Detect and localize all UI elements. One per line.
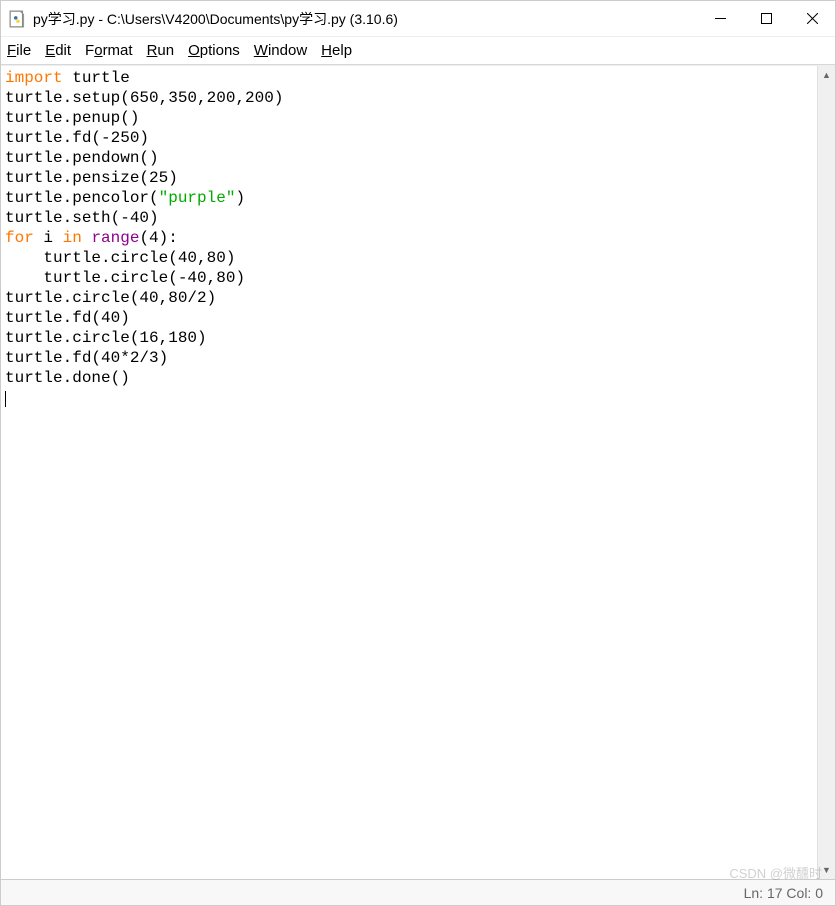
menu-options[interactable]: Options bbox=[188, 42, 240, 59]
code-text: turtle bbox=[63, 69, 130, 87]
menu-help[interactable]: Help bbox=[321, 42, 352, 59]
code-line: turtle.seth(-40) bbox=[5, 209, 159, 227]
code-text: ) bbox=[235, 189, 245, 207]
code-line: turtle.penup() bbox=[5, 109, 139, 127]
close-button[interactable] bbox=[789, 1, 835, 36]
code-line: turtle.circle(40,80) bbox=[5, 249, 235, 267]
code-editor[interactable]: import turtle turtle.setup(650,350,200,2… bbox=[1, 66, 817, 879]
menu-file[interactable]: File bbox=[7, 42, 31, 59]
menu-edit[interactable]: Edit bbox=[45, 42, 71, 59]
code-line: turtle.done() bbox=[5, 369, 130, 387]
code-line: turtle.pensize(25) bbox=[5, 169, 178, 187]
python-file-icon bbox=[9, 10, 27, 28]
maximize-button[interactable] bbox=[743, 1, 789, 36]
code-line: turtle.circle(-40,80) bbox=[5, 269, 245, 287]
keyword-in: in bbox=[63, 229, 82, 247]
menu-format[interactable]: Format bbox=[85, 42, 133, 59]
editor-area: import turtle turtle.setup(650,350,200,2… bbox=[1, 65, 835, 879]
window-controls bbox=[697, 1, 835, 36]
code-line: turtle.setup(650,350,200,200) bbox=[5, 89, 283, 107]
minimize-button[interactable] bbox=[697, 1, 743, 36]
vertical-scrollbar[interactable]: ▲ ▼ bbox=[817, 66, 835, 879]
text-cursor bbox=[5, 391, 6, 407]
code-text: i bbox=[34, 229, 63, 247]
code-line: turtle.circle(16,180) bbox=[5, 329, 207, 347]
keyword-for: for bbox=[5, 229, 34, 247]
menu-run[interactable]: Run bbox=[147, 42, 175, 59]
code-line: turtle.pendown() bbox=[5, 149, 159, 167]
code-line: turtle.circle(40,80/2) bbox=[5, 289, 216, 307]
builtin-range: range bbox=[91, 229, 139, 247]
menu-window[interactable]: Window bbox=[254, 42, 307, 59]
menubar: File Edit Format Run Options Window Help bbox=[1, 37, 835, 65]
titlebar: py学习.py - C:\Users\V4200\Documents\py学习.… bbox=[1, 1, 835, 37]
code-text: turtle.pencolor( bbox=[5, 189, 159, 207]
string-literal: "purple" bbox=[159, 189, 236, 207]
code-text: (4): bbox=[139, 229, 177, 247]
code-text bbox=[82, 229, 92, 247]
cursor-position: Ln: 17 Col: 0 bbox=[744, 885, 823, 901]
scroll-up-arrow[interactable]: ▲ bbox=[818, 66, 835, 84]
keyword-import: import bbox=[5, 69, 63, 87]
code-line: turtle.fd(40*2/3) bbox=[5, 349, 168, 367]
statusbar: Ln: 17 Col: 0 bbox=[1, 879, 835, 905]
code-line: turtle.fd(-250) bbox=[5, 129, 149, 147]
window-title: py学习.py - C:\Users\V4200\Documents\py学习.… bbox=[33, 9, 697, 29]
code-line: turtle.fd(40) bbox=[5, 309, 130, 327]
scroll-down-arrow[interactable]: ▼ bbox=[818, 861, 835, 879]
